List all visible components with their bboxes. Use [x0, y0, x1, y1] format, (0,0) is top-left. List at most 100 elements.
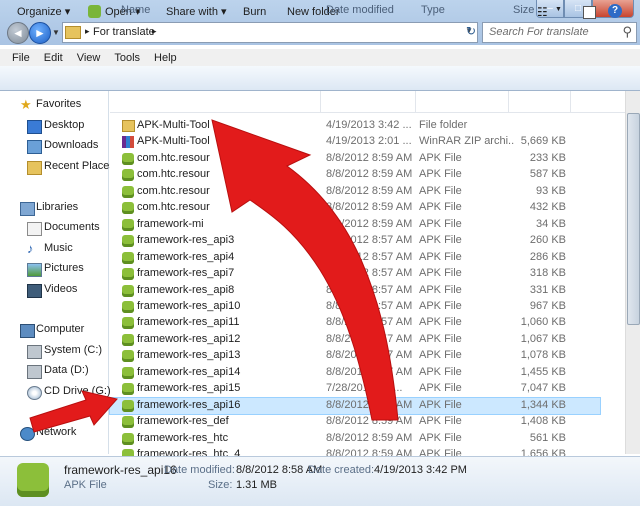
- file-date-cell: 8/8/2012 8:59 AM: [326, 217, 413, 230]
- sidebar-item-desktop[interactable]: Desktop: [0, 117, 108, 135]
- file-type-cell: APK File: [419, 267, 462, 280]
- table-row[interactable]: com.htc.resour 8/8/2012 8:59 AM APK File 43…: [110, 200, 600, 216]
- details-date-created-label: Date created:: [308, 464, 375, 476]
- sidebar-item-pictures[interactable]: Pictures: [0, 260, 108, 278]
- sidebar-item-system-c[interactable]: System (C:): [0, 342, 108, 360]
- apk-file-icon: [122, 366, 134, 379]
- folder-icon: [122, 120, 135, 132]
- table-row[interactable]: framework-res_api15 7/28/2012 2:3... APK F…: [110, 381, 600, 397]
- file-name-cell: framework-res_api14: [137, 365, 241, 378]
- sidebar-item-label: Videos: [44, 283, 78, 295]
- apk-file-icon: [122, 284, 134, 297]
- file-type-cell: WinRAR ZIP archi...: [419, 135, 514, 148]
- table-row[interactable]: com.htc.resour 8/8/2012 8:59 AM APK File 93…: [110, 184, 600, 200]
- table-row[interactable]: framework-mi 8/8/2012 8:59 AM APK File 34 K…: [110, 217, 600, 233]
- forward-button[interactable]: ►: [29, 22, 51, 44]
- menu-file[interactable]: File: [0, 52, 37, 64]
- table-row[interactable]: framework-res_api7 8/8/2012 8:57 AM APK Fi…: [110, 266, 600, 282]
- file-size-cell: 1,344 KB: [520, 398, 566, 411]
- file-name-cell: framework-res_def: [137, 415, 229, 428]
- sidebar-item-recent-places[interactable]: Recent Places: [0, 158, 115, 176]
- column-divider[interactable]: [508, 91, 509, 112]
- table-row[interactable]: framework-res_api11 8/8/2012 8:57 AM APK F…: [110, 315, 600, 331]
- sidebar-item-cd-drive[interactable]: CD Drive (G:) I: [0, 383, 117, 401]
- share-with-button[interactable]: Share with ▾: [166, 4, 227, 20]
- menu-help[interactable]: Help: [147, 52, 184, 64]
- table-row[interactable]: framework-res_api16 8/8/2012 8:58 AM APK F…: [109, 396, 601, 415]
- table-row[interactable]: APK-Multi-Tool 4/19/2013 2:01 ... WinRAR Z…: [110, 134, 600, 150]
- table-row[interactable]: com.htc.resour 8/8/2012 8:59 AM APK File 23…: [110, 151, 600, 167]
- breadcrumb-separator-icon[interactable]: ▸: [152, 26, 157, 37]
- file-size-cell: 233 KB: [529, 151, 566, 164]
- table-row[interactable]: framework-res_api13 8/8/2012 8:57 AM APK F…: [110, 348, 600, 364]
- sidebar-item-downloads[interactable]: Downloads: [0, 137, 108, 155]
- table-row[interactable]: framework-res_api3 8/8/2012 8:57 AM APK Fi…: [110, 233, 600, 249]
- apk-file-icon: [122, 218, 134, 231]
- pictures-icon: [27, 263, 42, 277]
- sidebar-item-data-d[interactable]: Data (D:): [0, 362, 108, 380]
- breadcrumb-current[interactable]: For translate: [93, 26, 155, 38]
- table-row[interactable]: framework-res_api10 8/8/2012 8:57 AM APK F…: [110, 299, 600, 315]
- help-icon[interactable]: ?: [608, 4, 622, 18]
- file-name-cell: framework-res_api8: [137, 283, 235, 296]
- column-divider[interactable]: [415, 91, 416, 112]
- sidebar-item-label: Computer: [36, 323, 85, 335]
- file-type-cell: APK File: [419, 415, 462, 428]
- table-row[interactable]: framework-res_htc 8/8/2012 8:59 AM APK Fil…: [110, 431, 600, 447]
- table-row[interactable]: com.htc.resour 8/8/2012 8:59 AM APK File 58…: [110, 167, 600, 183]
- file-name-cell: framework-res_api16: [137, 398, 241, 411]
- file-date-cell: 8/8/2012 8:57 AM: [326, 316, 413, 329]
- column-header-type[interactable]: Type: [421, 4, 445, 16]
- downloads-icon: [27, 140, 42, 154]
- details-size: 1.31 MB: [236, 479, 277, 491]
- menu-tools[interactable]: Tools: [107, 52, 147, 64]
- sidebar-item-favorites[interactable]: ★ Favorites: [0, 96, 108, 114]
- file-date-cell: 8/8/2012 8:57 AM: [326, 332, 413, 345]
- address-bar[interactable]: ▸ For translate ▸ ▼: [62, 22, 478, 43]
- file-name-cell: com.htc.resour: [137, 184, 210, 197]
- android-icon: [88, 5, 101, 18]
- recent-pages-dropdown[interactable]: ▼: [52, 28, 60, 37]
- menu-edit[interactable]: Edit: [37, 52, 70, 64]
- menu-view[interactable]: View: [70, 52, 108, 64]
- sidebar-item-network[interactable]: Network: [0, 424, 108, 442]
- column-header-date-modified[interactable]: Date modified: [326, 4, 394, 16]
- sidebar-item-libraries[interactable]: Libraries: [0, 199, 108, 217]
- documents-icon: [27, 222, 42, 236]
- column-header-name[interactable]: Name: [121, 4, 150, 16]
- breadcrumb-separator-icon[interactable]: ▸: [85, 26, 90, 37]
- file-size-cell: 432 KB: [529, 201, 566, 214]
- file-date-cell: 8/8/2012 8:59 AM: [326, 184, 413, 197]
- table-row[interactable]: APK-Multi-Tool 4/19/2013 3:42 ... File fol…: [110, 118, 600, 134]
- preview-pane-icon[interactable]: [583, 6, 596, 19]
- column-divider[interactable]: [570, 91, 571, 112]
- file-date-cell: 8/8/2012 8:57 AM: [326, 299, 413, 312]
- organize-button[interactable]: Organize ▾: [17, 4, 70, 20]
- sidebar-item-documents[interactable]: Documents: [0, 219, 108, 237]
- burn-button[interactable]: Burn: [243, 4, 266, 20]
- file-size-cell: 34 KB: [536, 217, 566, 230]
- table-row[interactable]: framework-res_api8 8/8/2012 8:57 AM APK Fi…: [110, 283, 600, 299]
- sidebar-item-music[interactable]: ♪ Music: [0, 240, 108, 258]
- file-date-cell: 8/8/2012 8:57 AM: [326, 234, 413, 247]
- sidebar-item-videos[interactable]: Videos: [0, 281, 108, 299]
- column-divider[interactable]: [320, 91, 321, 112]
- refresh-button[interactable]: ↻: [463, 22, 479, 41]
- file-name-cell: APK-Multi-Tool: [137, 135, 210, 148]
- table-row[interactable]: framework-res_def 8/8/2012 8:59 AM APK Fil…: [110, 414, 600, 430]
- view-dropdown-icon[interactable]: ▼: [555, 6, 562, 13]
- file-type-cell: APK File: [419, 151, 462, 164]
- file-date-cell: 8/8/2012 8:57 AM: [326, 349, 413, 362]
- table-row[interactable]: framework-res_api12 8/8/2012 8:57 AM APK F…: [110, 332, 600, 348]
- column-header-size[interactable]: Size: [513, 4, 534, 16]
- search-input[interactable]: Search For translate ⚲: [482, 22, 637, 43]
- scrollbar-thumb[interactable]: [627, 113, 640, 325]
- search-icon[interactable]: ⚲: [622, 24, 632, 40]
- sidebar-item-computer[interactable]: Computer: [0, 321, 108, 339]
- details-date-modified-label: Date modified:: [164, 464, 235, 476]
- back-button[interactable]: ◄: [7, 22, 29, 44]
- view-options-icon[interactable]: ☷: [537, 5, 548, 19]
- table-row[interactable]: framework-res_api14 8/8/2012 8:57 AM APK F…: [110, 365, 600, 381]
- table-row[interactable]: framework-res_api4 8/8/2012 8:57 AM APK Fi…: [110, 250, 600, 266]
- menu-bar: File Edit View Tools Help: [0, 49, 640, 66]
